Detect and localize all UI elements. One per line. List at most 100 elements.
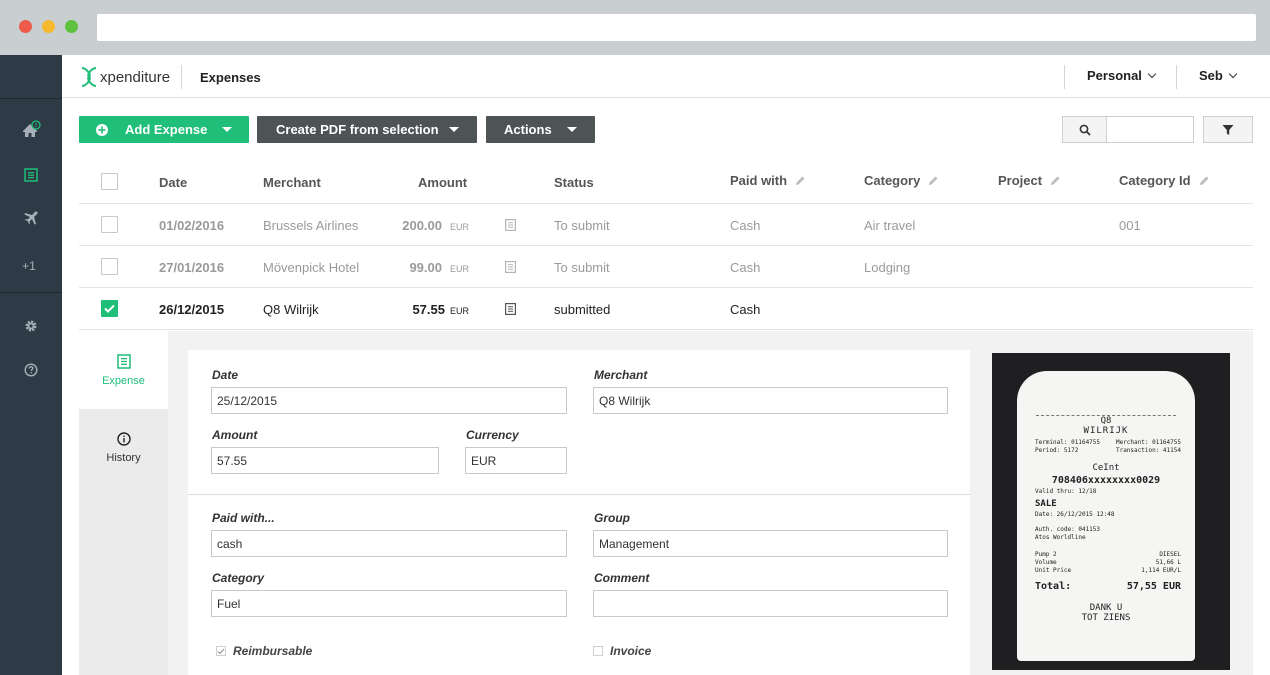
paid-with-field[interactable]: cash <box>211 530 567 557</box>
tab-expense[interactable]: Expense <box>79 331 168 409</box>
caret-down-icon[interactable] <box>222 127 232 132</box>
sidebar-more-label[interactable]: +1 <box>0 259 58 273</box>
create-pdf-label: Create PDF from selection <box>276 122 439 137</box>
receipt-total-value: 57,55 EUR <box>1126 581 1181 592</box>
currency-field[interactable]: EUR <box>465 447 567 474</box>
sidebar: +1 <box>0 55 62 675</box>
column-header-project[interactable]: Project <box>998 173 1061 188</box>
cell-status: To submit <box>554 260 610 275</box>
column-header-category[interactable]: Category <box>864 173 939 188</box>
receipt-thanks: TOT ZIENS <box>1081 613 1131 623</box>
select-all-checkbox[interactable] <box>101 173 118 190</box>
close-window-button[interactable] <box>19 20 32 33</box>
receipt-volume-value: 51,66 L <box>1155 559 1181 566</box>
search-icon <box>1079 124 1091 136</box>
actions-label: Actions <box>504 122 552 137</box>
table-row[interactable]: 26/12/2015 Q8 Wilrijk 57.55 EUR submitte… <box>79 288 1253 330</box>
receipt-sale: SALE <box>1035 499 1057 509</box>
invoice-checkbox[interactable]: Invoice <box>593 644 651 658</box>
cell-currency: EUR <box>450 306 470 316</box>
row-checkbox[interactable] <box>101 300 118 317</box>
sidebar-item-home[interactable] <box>18 117 44 143</box>
receipt-icon[interactable] <box>505 219 516 231</box>
pencil-icon[interactable] <box>928 175 939 186</box>
pencil-icon[interactable] <box>1050 175 1061 186</box>
chevron-down-icon <box>1228 69 1238 79</box>
cell-currency: EUR <box>450 222 470 232</box>
comment-field[interactable] <box>593 590 948 617</box>
table-row[interactable]: 27/01/2016 Mövenpick Hotel 99.00 EUR To … <box>79 246 1253 288</box>
column-header-amount[interactable]: Amount <box>418 175 467 190</box>
column-header-category-id[interactable]: Category Id <box>1119 173 1210 188</box>
column-header-paid-with[interactable]: Paid with <box>730 173 806 188</box>
address-bar[interactable] <box>97 14 1256 41</box>
reimbursable-checkbox[interactable]: Reimbursable <box>216 644 312 658</box>
filter-button[interactable] <box>1203 116 1253 143</box>
cell-date: 27/01/2016 <box>159 260 225 275</box>
merchant-label: Merchant <box>594 368 648 382</box>
help-icon <box>24 363 38 377</box>
window-chrome <box>0 0 1270 55</box>
tab-label: Expense <box>102 374 145 387</box>
cell-date: 01/02/2016 <box>159 218 225 233</box>
receipt-transaction: Transaction: 41154 <box>1115 447 1181 454</box>
column-header-label: Category <box>864 173 921 188</box>
create-pdf-button[interactable]: Create PDF from selection <box>257 116 477 143</box>
app-logo[interactable]: xpenditure <box>80 66 170 88</box>
cell-amount: 99.00 <box>409 260 442 275</box>
amount-label: Amount <box>212 428 258 442</box>
minimize-window-button[interactable] <box>42 20 55 33</box>
pencil-icon[interactable] <box>1199 175 1210 186</box>
search-input[interactable] <box>1106 116 1194 143</box>
page-title: Expenses <box>200 70 261 85</box>
logo-text: xpenditure <box>100 68 171 86</box>
row-checkbox[interactable] <box>101 216 118 233</box>
amount-field[interactable]: 57.55 <box>211 447 439 474</box>
receipt-icon[interactable] <box>505 303 516 315</box>
table-row[interactable]: 01/02/2016 Brussels Airlines 200.00 EUR … <box>79 204 1253 246</box>
sidebar-divider <box>0 98 62 99</box>
pencil-icon[interactable] <box>795 175 806 186</box>
comment-label: Comment <box>594 571 650 585</box>
chevron-down-icon <box>1147 69 1157 79</box>
sidebar-item-expenses[interactable] <box>18 162 44 188</box>
receipt-icon[interactable] <box>505 261 516 273</box>
column-header-date[interactable]: Date <box>159 175 187 190</box>
search-button[interactable] <box>1062 116 1107 143</box>
date-label: Date <box>212 368 239 382</box>
category-field[interactable]: Fuel <box>211 590 567 617</box>
caret-down-icon[interactable] <box>449 127 459 132</box>
maximize-window-button[interactable] <box>65 20 78 33</box>
actions-button[interactable]: Actions <box>486 116 595 143</box>
receipt-icon <box>116 353 131 369</box>
sidebar-item-travel[interactable] <box>18 205 44 231</box>
tab-history[interactable]: History <box>79 409 168 487</box>
receipt-image[interactable]: Q8 WILRIJK Terminal: 01164755 Merchant: … <box>992 353 1230 670</box>
cell-date: 26/12/2015 <box>159 302 225 317</box>
receipt-valid-thru: Valid thru: 12/18 <box>1035 488 1097 495</box>
currency-label: Currency <box>466 428 519 442</box>
cell-category-id: 001 <box>1119 218 1141 233</box>
tab-label: History <box>106 452 141 464</box>
account-dropdown[interactable]: Personal <box>1087 68 1157 83</box>
cell-amount: 57.55 <box>412 302 445 317</box>
row-checkbox[interactable] <box>101 258 118 275</box>
cell-status: submitted <box>554 302 611 317</box>
receipt-card-brand: CeInt <box>1092 463 1120 473</box>
cell-paid-with: Cash <box>730 302 761 317</box>
merchant-field[interactable]: Q8 Wilrijk <box>593 387 948 414</box>
caret-down-icon[interactable] <box>567 127 577 132</box>
receipt-paper: Q8 WILRIJK Terminal: 01164755 Merchant: … <box>1017 371 1195 661</box>
cell-currency: EUR <box>450 264 470 274</box>
group-field[interactable]: Management <box>593 530 948 557</box>
user-dropdown[interactable]: Seb <box>1199 68 1238 83</box>
sidebar-item-help[interactable] <box>18 357 44 383</box>
date-field[interactable]: 25/12/2015 <box>211 387 567 414</box>
cell-category: Air travel <box>864 218 916 233</box>
column-header-merchant[interactable]: Merchant <box>263 175 321 190</box>
receipt-unit-price-value: 1,114 EUR/L <box>1141 567 1181 574</box>
add-expense-button[interactable]: Add Expense <box>79 116 249 143</box>
sidebar-item-settings[interactable] <box>18 313 44 339</box>
column-header-status[interactable]: Status <box>554 175 594 190</box>
cell-amount: 200.00 <box>402 218 442 233</box>
